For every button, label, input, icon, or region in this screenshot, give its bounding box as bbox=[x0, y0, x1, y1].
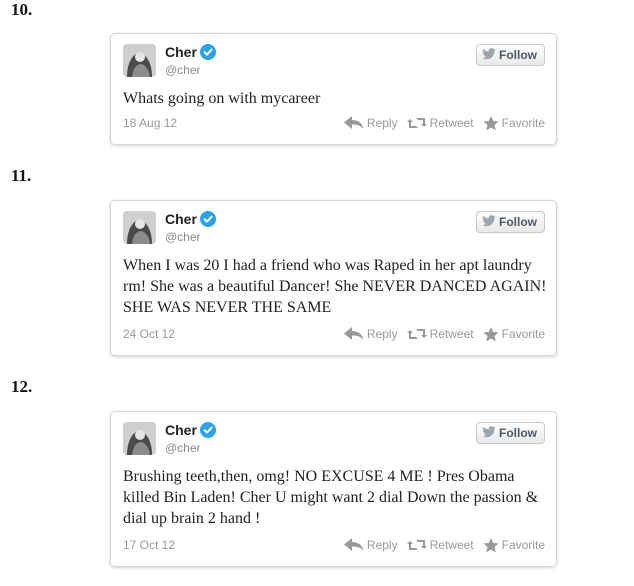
twitter-bird-icon bbox=[482, 425, 496, 441]
retweet-button[interactable]: Retweet bbox=[406, 325, 474, 343]
tweet-card: Cher @cher Follow Whats going on with my… bbox=[110, 33, 557, 145]
reply-label: Reply bbox=[366, 538, 398, 552]
star-icon bbox=[483, 326, 499, 342]
follow-label: Follow bbox=[499, 426, 537, 440]
favorite-button[interactable]: Favorite bbox=[483, 536, 545, 554]
reply-label: Reply bbox=[366, 327, 398, 341]
retweet-label: Retweet bbox=[429, 327, 474, 341]
retweet-button[interactable]: Retweet bbox=[406, 114, 474, 132]
retweet-label: Retweet bbox=[429, 116, 474, 130]
favorite-button[interactable]: Favorite bbox=[483, 325, 545, 343]
tweet-text: Whats going on with mycareer bbox=[123, 90, 321, 107]
reply-button[interactable]: Reply bbox=[343, 536, 398, 554]
tweet-actions: Reply Retweet Favorite bbox=[343, 536, 545, 554]
reply-button[interactable]: Reply bbox=[343, 325, 398, 343]
reply-arrow-icon bbox=[343, 116, 364, 130]
user-name[interactable]: Cher bbox=[165, 422, 197, 438]
section-number: 12. bbox=[11, 377, 33, 396]
follow-button[interactable]: Follow bbox=[476, 422, 545, 444]
reply-arrow-icon bbox=[343, 538, 364, 552]
user-name[interactable]: Cher bbox=[165, 211, 197, 227]
avatar[interactable] bbox=[123, 211, 156, 244]
follow-label: Follow bbox=[499, 48, 537, 62]
user-handle[interactable]: @cher bbox=[165, 230, 201, 244]
tweet-actions: Reply Retweet Favorite bbox=[343, 114, 545, 132]
twitter-bird-icon bbox=[482, 47, 496, 63]
tweet-actions: Reply Retweet Favorite bbox=[343, 325, 545, 343]
section-number: 10. bbox=[11, 0, 33, 19]
twitter-bird-icon bbox=[482, 214, 496, 230]
favorite-button[interactable]: Favorite bbox=[483, 114, 545, 132]
favorite-label: Favorite bbox=[501, 116, 545, 130]
user-name[interactable]: Cher bbox=[165, 44, 197, 60]
retweet-icon bbox=[406, 116, 427, 130]
tweet-footer: 18 Aug 12 Reply Retweet Favorite bbox=[123, 114, 545, 132]
tweet-text: Brushing teeth,then, omg! NO EXCUSE 4 ME… bbox=[123, 468, 539, 527]
tweet-date[interactable]: 24 Oct 12 bbox=[123, 327, 175, 341]
star-icon bbox=[483, 115, 499, 131]
star-icon bbox=[483, 537, 499, 553]
retweet-icon bbox=[406, 327, 427, 341]
retweet-icon bbox=[406, 538, 427, 552]
tweet-card: Cher @cher Follow Brushing teeth,then, o… bbox=[110, 411, 557, 567]
tweet-date[interactable]: 18 Aug 12 bbox=[123, 116, 177, 130]
tweet-date[interactable]: 17 Oct 12 bbox=[123, 538, 175, 552]
follow-button[interactable]: Follow bbox=[476, 44, 545, 66]
follow-button[interactable]: Follow bbox=[476, 211, 545, 233]
verified-badge-icon bbox=[200, 44, 216, 60]
reply-arrow-icon bbox=[343, 327, 364, 341]
avatar[interactable] bbox=[123, 44, 156, 77]
tweet-footer: 17 Oct 12 Reply Retweet Favorite bbox=[123, 536, 545, 554]
verified-badge-icon bbox=[200, 422, 216, 438]
reply-label: Reply bbox=[366, 116, 398, 130]
reply-button[interactable]: Reply bbox=[343, 114, 398, 132]
favorite-label: Favorite bbox=[501, 327, 545, 341]
user-handle[interactable]: @cher bbox=[165, 441, 201, 455]
favorite-label: Favorite bbox=[501, 538, 545, 552]
avatar[interactable] bbox=[123, 422, 156, 455]
tweet-footer: 24 Oct 12 Reply Retweet Favorite bbox=[123, 325, 545, 343]
tweet-text: When I was 20 I had a friend who was Rap… bbox=[123, 257, 547, 316]
retweet-button[interactable]: Retweet bbox=[406, 536, 474, 554]
section-number: 11. bbox=[11, 166, 32, 185]
retweet-label: Retweet bbox=[429, 538, 474, 552]
follow-label: Follow bbox=[499, 215, 537, 229]
tweet-card: Cher @cher Follow When I was 20 I had a … bbox=[110, 200, 557, 356]
verified-badge-icon bbox=[200, 211, 216, 227]
user-handle[interactable]: @cher bbox=[165, 63, 201, 77]
